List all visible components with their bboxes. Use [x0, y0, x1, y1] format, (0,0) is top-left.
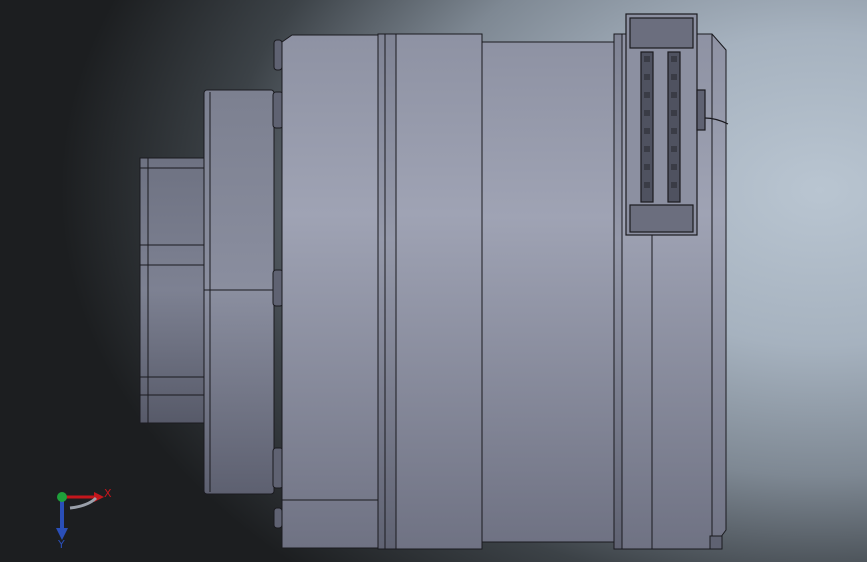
cad-viewport[interactable]: X Y: [0, 0, 867, 562]
front-flange[interactable]: [203, 89, 280, 495]
y-axis-label: Y: [57, 538, 65, 551]
body-front-plate[interactable]: [281, 34, 379, 549]
motor-model[interactable]: X Y: [0, 0, 867, 562]
x-axis-label: X: [104, 487, 112, 500]
coordinate-triad: X Y: [56, 487, 112, 551]
shaft-boss[interactable]: [139, 157, 207, 424]
body-rings[interactable]: [377, 33, 615, 550]
